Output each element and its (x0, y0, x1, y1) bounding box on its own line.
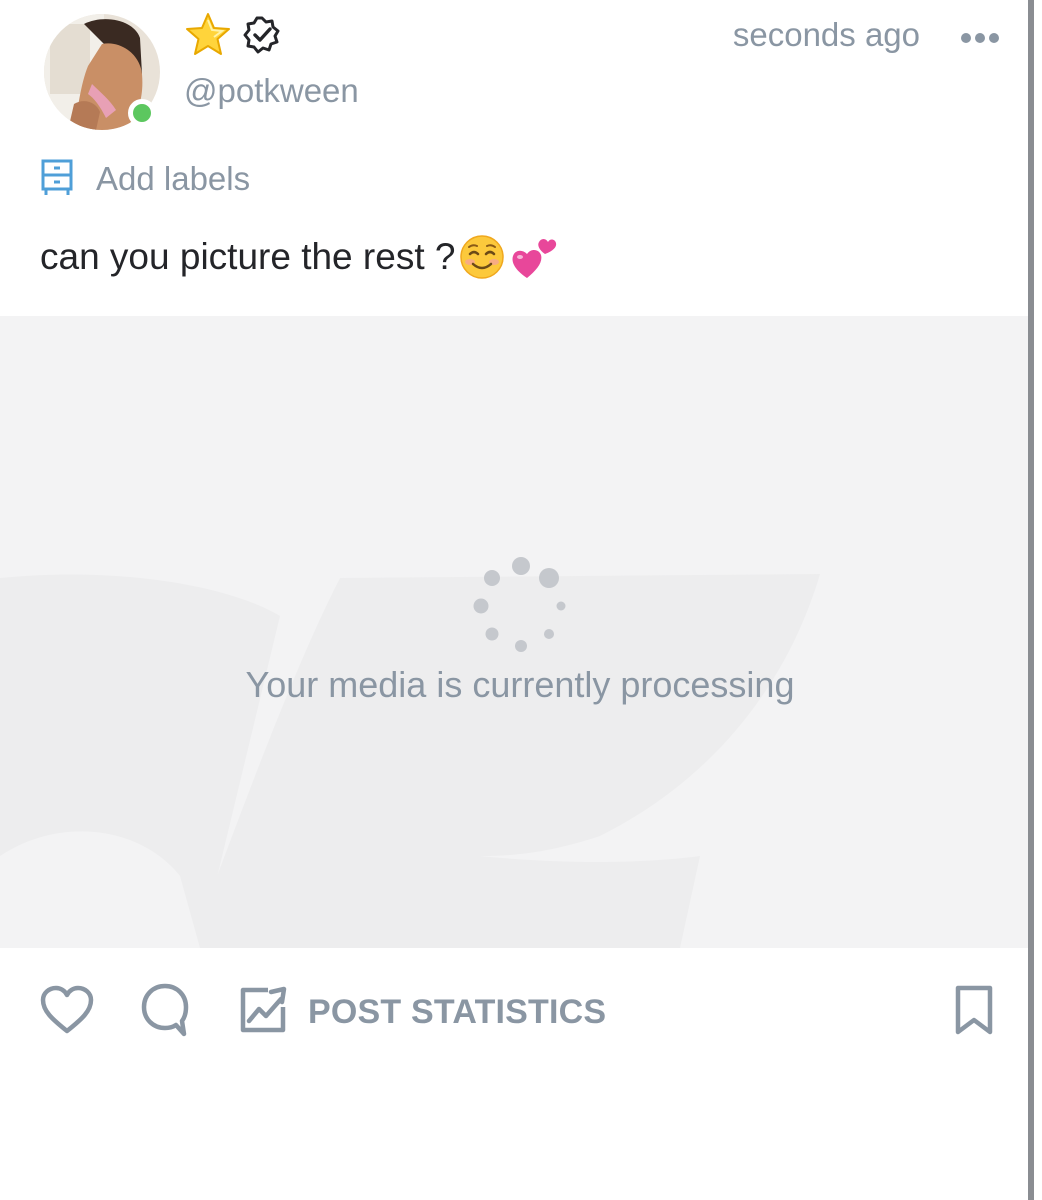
more-options-button[interactable] (952, 22, 1008, 58)
heart-icon (40, 985, 94, 1040)
more-dots-icon (960, 31, 1000, 49)
post-caption: can you picture the rest ? (40, 232, 559, 282)
comment-icon (140, 982, 190, 1043)
user-badges (184, 12, 282, 63)
add-labels-button[interactable]: Add labels (40, 158, 250, 200)
loading-spinner-icon (473, 557, 566, 652)
username-link[interactable]: @potkween (184, 72, 359, 110)
caption-text: can you picture the rest ? (40, 236, 456, 277)
star-icon (184, 12, 232, 63)
post-statistics-button[interactable]: POST STATISTICS (238, 980, 606, 1044)
like-button[interactable] (40, 980, 94, 1044)
comment-button[interactable] (140, 980, 190, 1044)
scrollbar[interactable] (1028, 0, 1042, 1200)
labels-icon (40, 158, 74, 201)
scrollbar-track (1028, 0, 1034, 1200)
two-hearts-emoji (509, 232, 559, 282)
post-actions-bar: POST STATISTICS (0, 980, 1028, 1044)
post-card: @potkween seconds ago Add labels can you… (0, 0, 1028, 1200)
post-timestamp: seconds ago (732, 16, 920, 53)
add-labels-label: Add labels (96, 160, 251, 197)
bookmark-button[interactable] (952, 980, 996, 1044)
processing-status-text: Your media is currently processing (245, 664, 795, 705)
online-indicator (128, 99, 156, 127)
media-placeholder: Your media is currently processing (0, 316, 1028, 948)
verified-icon (242, 15, 282, 60)
post-statistics-label: POST STATISTICS (308, 992, 607, 1031)
bookmark-icon (952, 984, 996, 1041)
stats-icon (238, 985, 288, 1040)
smiling-face-emoji (459, 234, 505, 280)
